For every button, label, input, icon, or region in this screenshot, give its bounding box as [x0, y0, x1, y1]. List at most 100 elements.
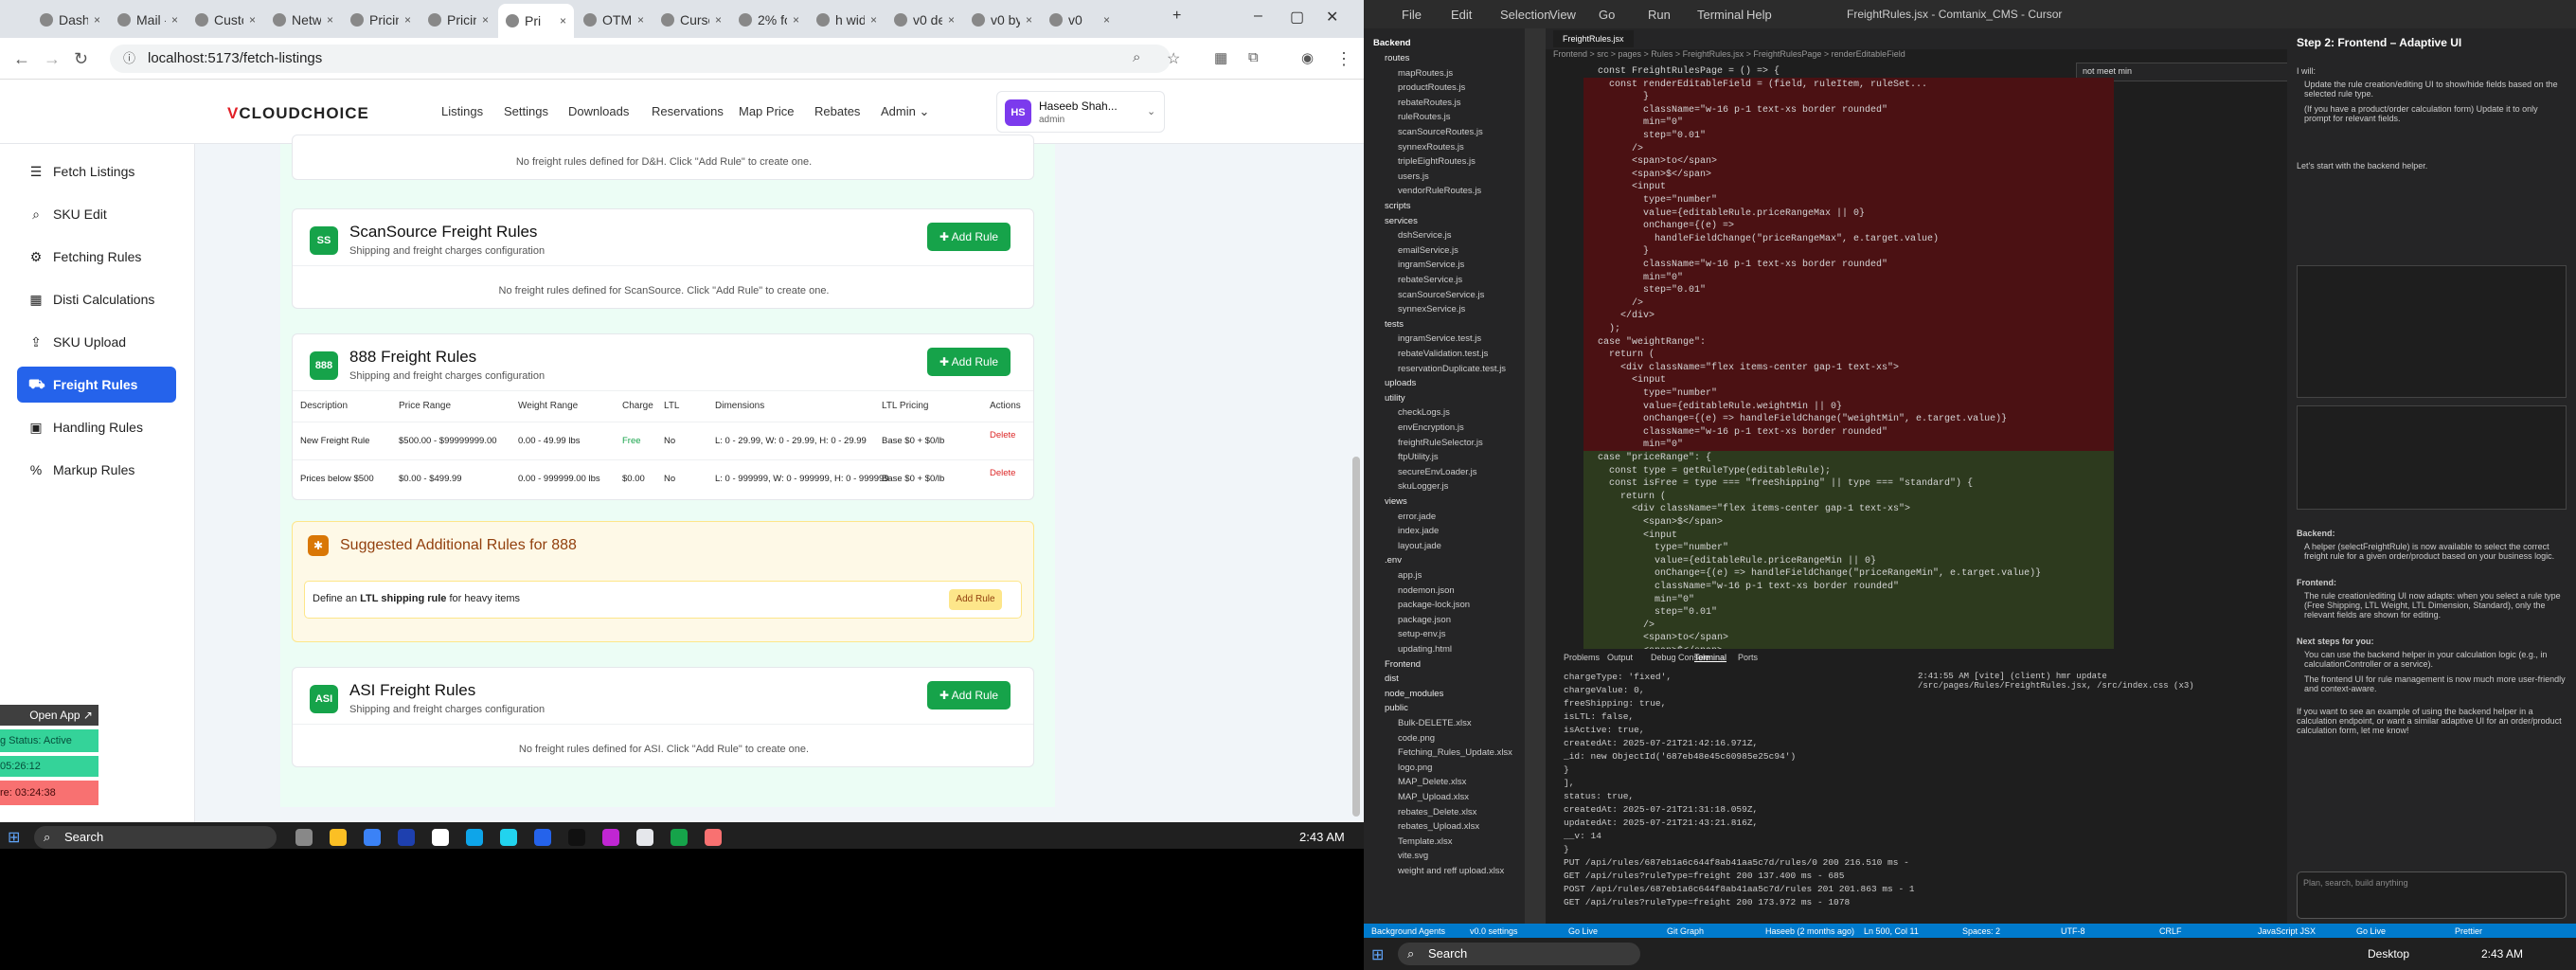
sidebar-item-handling-rules[interactable]: ▣ Handling Rules	[17, 409, 176, 445]
close-icon[interactable]: ×	[637, 13, 644, 27]
zoom-icon[interactable]: ⌕	[1133, 49, 1140, 65]
nav-downloads[interactable]: Downloads	[568, 104, 629, 118]
add-rule-button[interactable]: ✚ Add Rule	[927, 681, 1011, 710]
file-tree-item[interactable]: public	[1385, 703, 1408, 713]
file-tree-item[interactable]: code.png	[1398, 733, 1435, 744]
file-tree-item[interactable]: users.js	[1398, 171, 1429, 182]
file-tree-item[interactable]: skuLogger.js	[1398, 481, 1448, 492]
taskbar-app-icon[interactable]	[636, 829, 653, 846]
taskbar-app-icon[interactable]	[466, 829, 483, 846]
browser-tab[interactable]: OTMS ×	[576, 6, 652, 34]
browser-tab[interactable]: Cursor ×	[653, 6, 729, 34]
file-tree-item[interactable]: reservationDuplicate.test.js	[1398, 364, 1506, 374]
sidebar-item-fetch-listings[interactable]: ☰ Fetch Listings	[17, 153, 176, 189]
file-tree-item[interactable]: freightRuleSelector.js	[1398, 438, 1483, 448]
status-item[interactable]: JavaScript JSX	[2258, 926, 2316, 936]
taskbar-app-icon[interactable]	[295, 829, 313, 846]
status-item[interactable]: Haseeb (2 months ago)	[1765, 926, 1854, 936]
taskbar-app-icon[interactable]	[534, 829, 551, 846]
file-tree-item[interactable]: ruleRoutes.js	[1398, 112, 1450, 122]
windows-start-icon[interactable]: ⊞	[1371, 945, 1384, 964]
file-tree-item[interactable]: secureEnvLoader.js	[1398, 467, 1476, 477]
close-icon[interactable]: ×	[948, 13, 955, 27]
file-tree-item[interactable]: ftpUtility.js	[1398, 452, 1439, 462]
file-tree-item[interactable]: MAP_Upload.xlsx	[1398, 792, 1469, 802]
taskbar-app-icon[interactable]	[364, 829, 381, 846]
site-info-icon[interactable]: ⓘ	[123, 45, 135, 73]
file-tree-item[interactable]: tests	[1385, 319, 1404, 330]
url-field[interactable]: ⓘ localhost:5173/fetch-listings	[110, 45, 1171, 73]
add-rule-button[interactable]: ✚ Add Rule	[927, 223, 1011, 251]
file-tree-item[interactable]: emailService.js	[1398, 245, 1458, 256]
bookmark-icon[interactable]: ☆	[1167, 49, 1180, 68]
file-tree-item[interactable]: dist	[1385, 674, 1399, 684]
status-item[interactable]: Ln 500, Col 11	[1864, 926, 1919, 936]
close-icon[interactable]: ×	[793, 13, 799, 27]
close-icon[interactable]: ×	[171, 13, 178, 27]
file-tree-item[interactable]: updating.html	[1398, 644, 1452, 655]
delete-button[interactable]: Delete	[990, 430, 1015, 440]
minimize-icon[interactable]: –	[1254, 8, 1262, 25]
new-tab-icon[interactable]: +	[1172, 8, 1181, 25]
file-tree-item[interactable]: rebateValidation.test.js	[1398, 349, 1488, 359]
terminal-tab[interactable]: Output	[1607, 653, 1633, 662]
profile-icon[interactable]: ◉	[1301, 49, 1314, 66]
status-item[interactable]: Go Live	[1568, 926, 1598, 936]
menu-edit[interactable]: Edit	[1451, 8, 1472, 22]
puzzle-icon[interactable]: ⧉	[1248, 49, 1259, 65]
menu-run[interactable]: Run	[1648, 8, 1671, 22]
nav-reservations[interactable]: Reservations	[652, 104, 724, 118]
browser-tab[interactable]: Pricing ×	[420, 6, 496, 34]
file-tree-item[interactable]: rebates_Upload.xlsx	[1398, 821, 1479, 832]
delete-button[interactable]: Delete	[990, 468, 1015, 478]
file-tree-item[interactable]: rebates_Delete.xlsx	[1398, 807, 1476, 817]
file-tree-item[interactable]: MAP_Delete.xlsx	[1398, 777, 1466, 787]
nav-map-price[interactable]: Map Price	[739, 104, 795, 118]
close-icon[interactable]: ×	[560, 14, 566, 27]
sidebar-item-disti-calculations[interactable]: ▦ Disti Calculations	[17, 281, 176, 317]
user-menu[interactable]: HS Haseeb Shah... admin ⌄	[996, 91, 1165, 133]
file-tree-item[interactable]: uploads	[1385, 378, 1416, 388]
taskbar-app-icon[interactable]	[432, 829, 449, 846]
taskbar-app-icon[interactable]	[671, 829, 688, 846]
browser-tab[interactable]: 2% for ×	[731, 6, 807, 34]
menu-terminal[interactable]: Terminal	[1697, 8, 1744, 22]
app-logo[interactable]: VCLOUDCHOICE	[227, 104, 369, 123]
file-tree-item[interactable]: Fetching_Rules_Update.xlsx	[1398, 747, 1512, 758]
back-icon[interactable]: ←	[13, 49, 30, 69]
file-tree-item[interactable]: utility	[1385, 393, 1405, 404]
taskbar-app-icon[interactable]	[602, 829, 619, 846]
terminal-tab[interactable]: Problems	[1564, 653, 1600, 662]
file-tree-item[interactable]: Bulk-DELETE.xlsx	[1398, 718, 1472, 728]
file-tree-item[interactable]: envEncryption.js	[1398, 422, 1464, 433]
file-tree-item[interactable]: services	[1385, 216, 1418, 226]
file-tree-item[interactable]: productRoutes.js	[1398, 82, 1465, 93]
file-tree-item[interactable]: layout.jade	[1398, 541, 1441, 551]
file-tree-item[interactable]: Template.xlsx	[1398, 836, 1453, 847]
file-tree-item[interactable]: views	[1385, 496, 1407, 507]
file-tree-item[interactable]: rebateRoutes.js	[1398, 98, 1461, 108]
taskbar-app-icon[interactable]	[330, 829, 347, 846]
more-menu-icon[interactable]: ⋮	[1335, 49, 1352, 69]
file-tree-item[interactable]: scanSourceRoutes.js	[1398, 127, 1483, 137]
file-tree-item[interactable]: scripts	[1385, 201, 1410, 211]
status-item[interactable]: Spaces: 2	[1962, 926, 2000, 936]
close-icon[interactable]: ×	[327, 13, 333, 27]
file-tree-item[interactable]: tripleEightRoutes.js	[1398, 156, 1476, 167]
file-tree-item[interactable]: logo.png	[1398, 763, 1432, 773]
nav-admin[interactable]: Admin ⌄	[881, 104, 929, 119]
browser-tab[interactable]: Pri ×	[498, 4, 574, 38]
status-item[interactable]: Background Agents	[1371, 926, 1445, 936]
file-tree-item[interactable]: Frontend	[1385, 659, 1421, 670]
chat-input[interactable]: Plan, search, build anything	[2297, 871, 2567, 919]
file-tree-item[interactable]: scanSourceService.js	[1398, 290, 1484, 300]
terminal-tab[interactable]: Ports	[1738, 653, 1758, 662]
close-icon[interactable]: ×	[249, 13, 256, 27]
nav-settings[interactable]: Settings	[504, 104, 548, 118]
file-tree-item[interactable]: mapRoutes.js	[1398, 68, 1453, 79]
explorer-root[interactable]: Backend	[1373, 38, 1411, 48]
close-icon[interactable]: ×	[1103, 13, 1110, 27]
close-icon[interactable]: ×	[404, 13, 411, 27]
status-item[interactable]: Go Live	[2356, 926, 2386, 936]
sidebar-item-sku-upload[interactable]: ⇪ SKU Upload	[17, 324, 176, 360]
